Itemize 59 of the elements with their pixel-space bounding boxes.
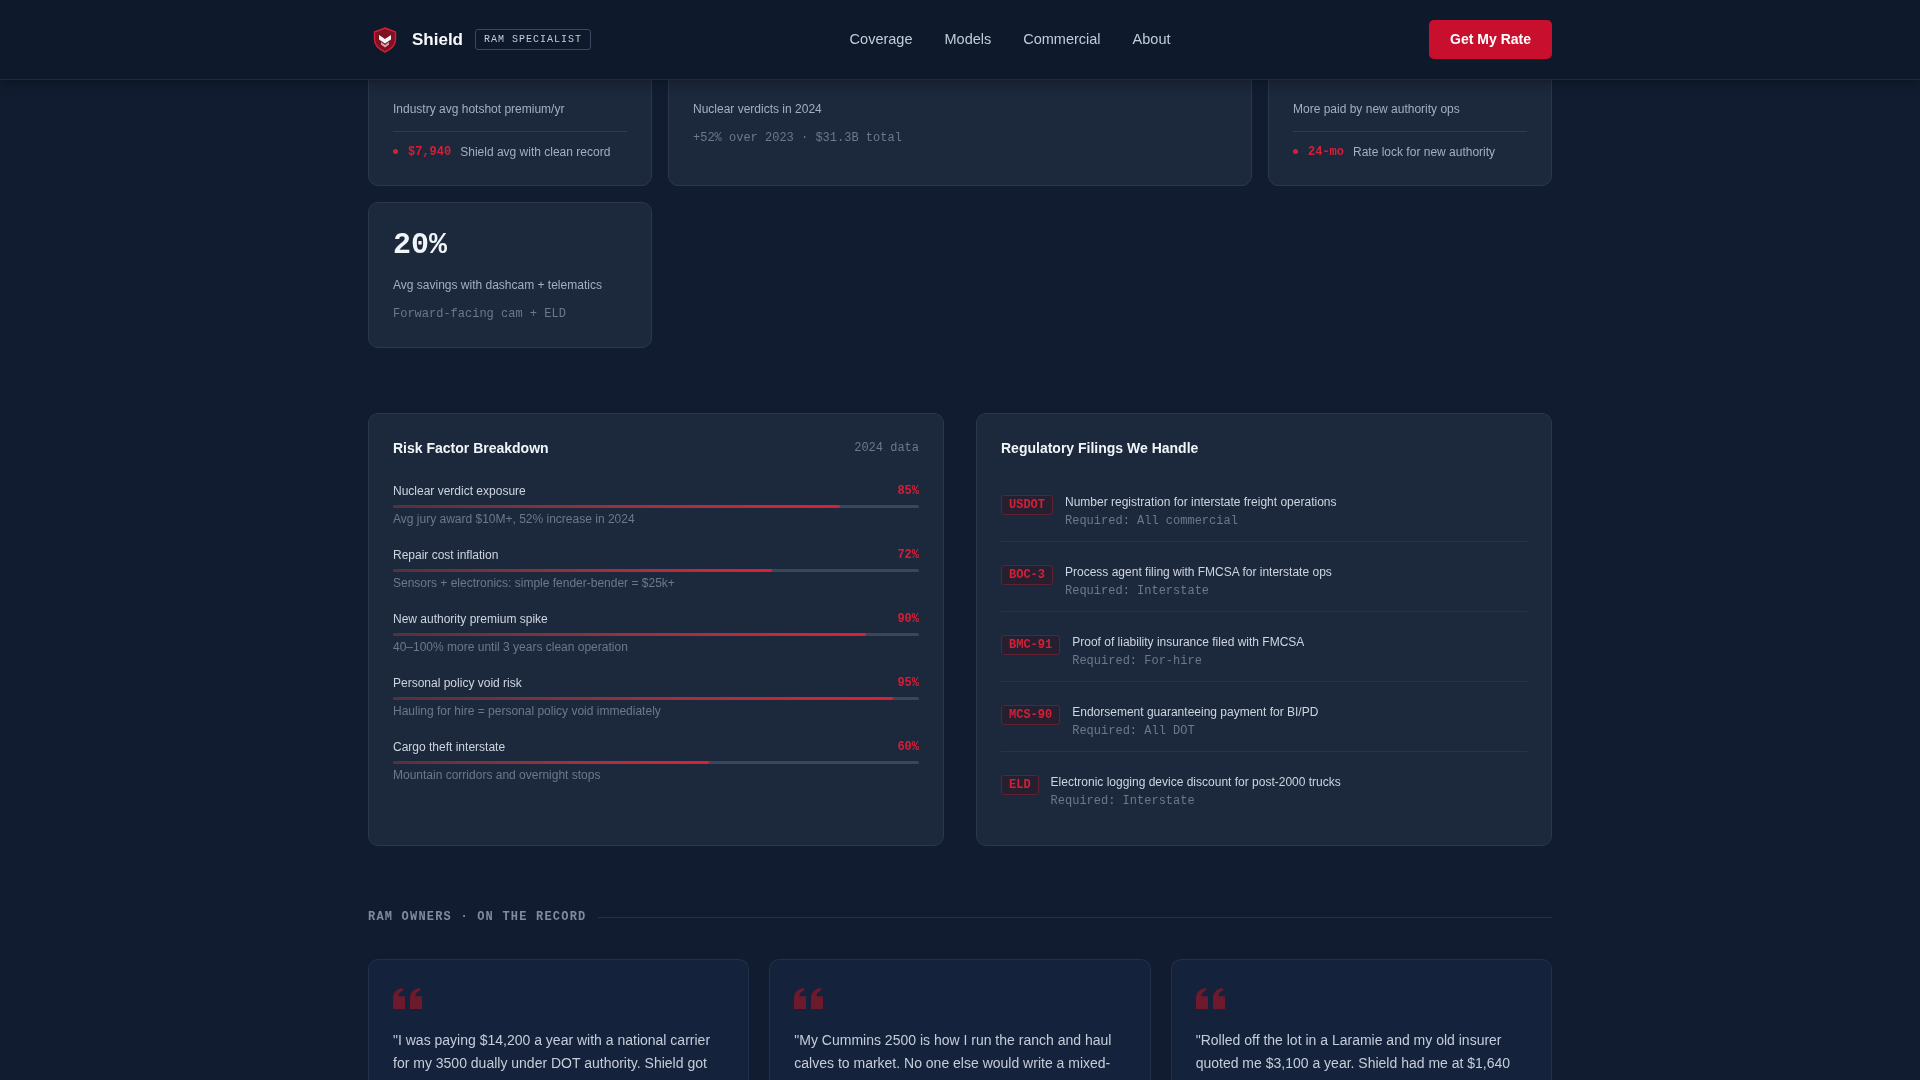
factor-detail: Avg jury award $10M+, 52% increase in 2024 bbox=[393, 511, 635, 528]
filing-requirement: Required: Interstate bbox=[1050, 793, 1196, 810]
filing-code: ELD bbox=[1001, 775, 1039, 795]
filing-description: Endorsement guaranteeing payment for BI/PD bbox=[1072, 704, 1319, 721]
panel-title: Risk Factor Breakdown bbox=[393, 439, 549, 458]
filing-description: Process agent filing with FMCSA for interstate ops bbox=[1065, 564, 1332, 581]
filing-code: MCS-90 bbox=[1001, 705, 1061, 725]
highlight-text: Shield avg with clean record bbox=[460, 143, 611, 161]
stat-note: Forward-facing cam + ELD bbox=[393, 306, 566, 323]
filing-code: BMC-91 bbox=[1001, 635, 1061, 655]
filing-code: BOC-3 bbox=[1001, 565, 1053, 585]
section-heading: RAM OWNERS · ON THE RECORD bbox=[368, 909, 587, 925]
testimonial-text: "My Cummins 2500 is how I run the ranch and haul calves to market. No one else would write a mixed- bbox=[794, 1031, 1113, 1073]
data-year-label: 2024 data bbox=[854, 440, 919, 457]
quote-mark-icon bbox=[1195, 988, 1225, 1009]
filing-requirement: Required: All DOT bbox=[1072, 723, 1196, 740]
filing-description: Electronic logging device discount for post-2000 trucks bbox=[1050, 774, 1341, 791]
filing-requirement: Required: All commercial bbox=[1065, 513, 1239, 530]
factor-label: Personal policy void risk bbox=[393, 675, 522, 692]
get-rate-button[interactable]: Get My Rate bbox=[1429, 20, 1552, 59]
shield-logo-icon bbox=[373, 26, 397, 53]
filing-description: Number registration for interstate freight operations bbox=[1065, 494, 1337, 511]
stat-label: Nuclear verdicts in 2024 bbox=[693, 101, 822, 118]
factor-label: New authority premium spike bbox=[393, 611, 548, 628]
factor-label: Repair cost inflation bbox=[393, 547, 499, 564]
stat-note: +52% over 2023 · $31.3B total bbox=[693, 130, 902, 147]
factor-detail: 40–100% more until 3 years clean operation bbox=[393, 639, 628, 656]
factor-percent: 60% bbox=[897, 739, 919, 756]
stat-value: 20% bbox=[393, 227, 447, 263]
nav-link[interactable]: Models bbox=[944, 28, 992, 51]
highlight-text: Rate lock for new authority bbox=[1353, 143, 1496, 161]
testimonial-text: "Rolled off the lot in a Laramie and my old insurer quoted me $3,100 a year. Shield had me at $1,640 bbox=[1195, 1031, 1512, 1073]
filing-description: Proof of liability insurance filed with FMCSA bbox=[1072, 634, 1305, 651]
highlight-value: $7,940 bbox=[408, 143, 452, 161]
quote-mark-icon bbox=[794, 988, 824, 1009]
specialist-tag: RAM SPECIALIST bbox=[475, 29, 592, 50]
factor-percent: 85% bbox=[897, 483, 919, 500]
factor-label: Cargo theft interstate bbox=[393, 739, 506, 756]
factor-detail: Hauling for hire = personal policy void immediately bbox=[393, 703, 661, 720]
brand-name[interactable]: Shield bbox=[412, 26, 463, 53]
quote-mark-icon bbox=[393, 988, 422, 1009]
filing-requirement: Required: For-hire bbox=[1072, 653, 1203, 670]
factor-detail: Mountain corridors and overnight stops bbox=[393, 767, 601, 784]
nav-link[interactable]: About bbox=[1132, 28, 1171, 51]
nav-link[interactable]: Coverage bbox=[849, 28, 913, 51]
factor-detail: Sensors + electronics: simple fender-bender = $25k+ bbox=[393, 575, 675, 592]
stat-label: More paid by new authority ops bbox=[1293, 101, 1460, 118]
stat-label: Avg savings with dashcam + telematics bbox=[393, 277, 602, 294]
factor-percent: 72% bbox=[897, 547, 919, 564]
panel-title: Regulatory Filings We Handle bbox=[1001, 439, 1199, 458]
filing-code: USDOT bbox=[1001, 495, 1053, 515]
stat-label: Industry avg hotshot premium/yr bbox=[393, 101, 565, 118]
factor-label: Nuclear verdict exposure bbox=[393, 483, 526, 500]
factor-percent: 90% bbox=[897, 611, 919, 628]
factor-percent: 95% bbox=[897, 675, 919, 692]
filing-requirement: Required: Interstate bbox=[1065, 583, 1211, 600]
highlight-value: 24-mo bbox=[1308, 143, 1344, 161]
nav-link[interactable]: Commercial bbox=[1023, 28, 1101, 51]
testimonial-text: "I was paying $14,200 a year with a national carrier for my 3500 dually under DOT authority. Shield got bbox=[393, 1031, 712, 1073]
